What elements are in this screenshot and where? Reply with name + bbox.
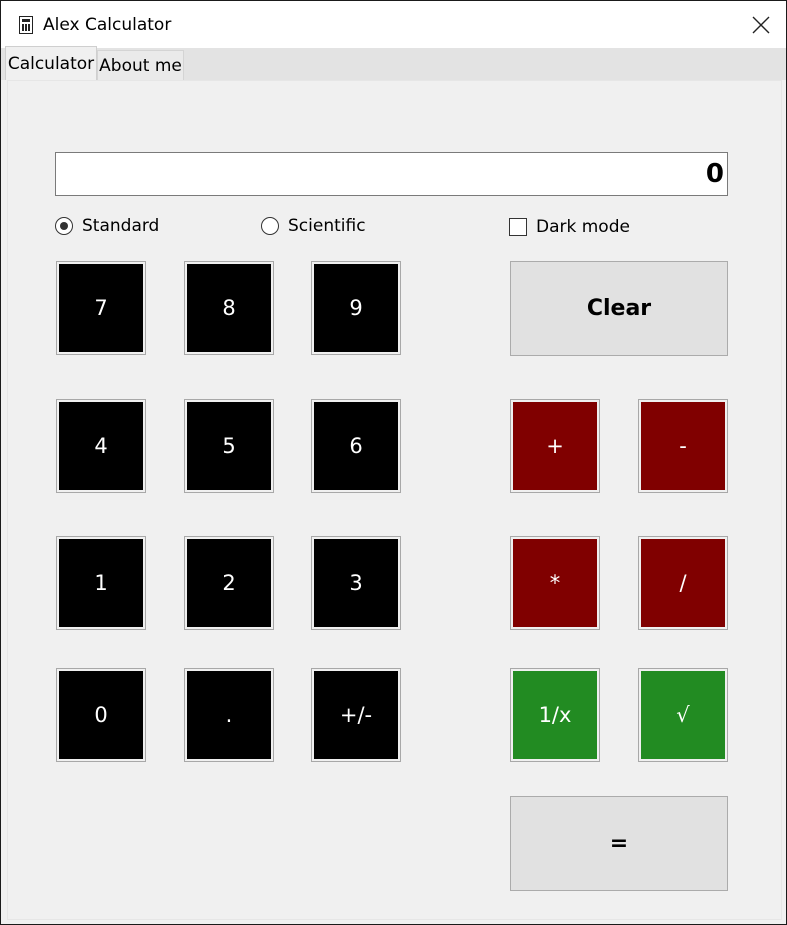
radio-selected-icon (55, 217, 73, 235)
key-1[interactable]: 1 (56, 536, 146, 630)
key-7[interactable]: 7 (56, 261, 146, 355)
tab-about-me[interactable]: About me (97, 50, 184, 80)
reciprocal-button[interactable]: 1/x (510, 668, 600, 762)
key-8[interactable]: 8 (184, 261, 274, 355)
key-negate[interactable]: +/- (311, 668, 401, 762)
key-5[interactable]: 5 (184, 399, 274, 493)
key-9[interactable]: 9 (311, 261, 401, 355)
standard-label: Standard (82, 216, 160, 236)
key-decimal[interactable]: . (184, 668, 274, 762)
result-display: 0 (55, 152, 728, 196)
multiply-button[interactable]: * (510, 536, 600, 630)
tab-calculator[interactable]: Calculator (5, 46, 97, 80)
scientific-radio[interactable]: Scientific (261, 216, 366, 236)
checkbox-icon (509, 218, 527, 236)
minus-button[interactable]: - (638, 399, 728, 493)
scientific-label: Scientific (288, 216, 366, 236)
sqrt-button[interactable]: √ (638, 668, 728, 762)
key-4[interactable]: 4 (56, 399, 146, 493)
calculator-window: Alex Calculator Calculator About me 0 St… (0, 0, 787, 925)
key-6[interactable]: 6 (311, 399, 401, 493)
close-icon[interactable] (741, 7, 781, 43)
clear-button[interactable]: Clear (510, 261, 728, 356)
window-title: Alex Calculator (43, 15, 172, 35)
key-0[interactable]: 0 (56, 668, 146, 762)
tab-strip: Calculator About me (1, 46, 786, 80)
divide-button[interactable]: / (638, 536, 728, 630)
title-bar: Alex Calculator (1, 1, 786, 48)
radio-unselected-icon (261, 217, 279, 235)
equals-button[interactable]: = (510, 796, 728, 891)
dark-mode-label: Dark mode (536, 217, 630, 237)
key-2[interactable]: 2 (184, 536, 274, 630)
standard-radio[interactable]: Standard (55, 216, 159, 236)
dark-mode-checkbox[interactable]: Dark mode (509, 217, 630, 237)
calculator-icon (19, 16, 33, 34)
plus-button[interactable]: + (510, 399, 600, 493)
calculator-panel (7, 80, 782, 920)
key-3[interactable]: 3 (311, 536, 401, 630)
